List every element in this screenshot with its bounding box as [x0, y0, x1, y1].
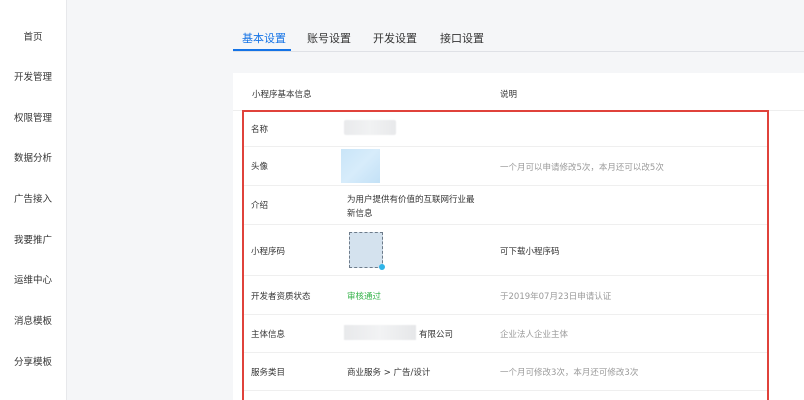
tabs-divider: [233, 51, 804, 52]
tab-account-settings[interactable]: 账号设置: [307, 31, 351, 46]
sidebar-item-share-templates[interactable]: 分享模板: [0, 356, 66, 370]
tab-dev-settings[interactable]: 开发设置: [373, 31, 417, 46]
header-basic-info: 小程序基本信息: [252, 90, 312, 100]
settings-tabs: 基本设置 账号设置 开发设置 接口设置: [233, 0, 804, 52]
header-description: 说明: [500, 90, 518, 100]
sidebar-item-analytics[interactable]: 数据分析: [0, 152, 66, 166]
sidebar: 首页 开发管理 权限管理 数据分析 广告接入 我要推广 运维中心 消息模板 分享…: [0, 0, 67, 400]
sidebar-item-ads[interactable]: 广告接入: [0, 193, 66, 207]
sidebar-item-dev-management[interactable]: 开发管理: [0, 71, 66, 85]
sidebar-item-promotion[interactable]: 我要推广: [0, 234, 66, 248]
sidebar-item-message-templates[interactable]: 消息模板: [0, 315, 66, 329]
table-header: 小程序基本信息 说明: [233, 73, 804, 111]
active-tab-indicator: [233, 49, 291, 51]
sidebar-item-permissions[interactable]: 权限管理: [0, 112, 66, 126]
tab-api-settings[interactable]: 接口设置: [440, 31, 484, 46]
sidebar-item-home[interactable]: 首页: [0, 31, 66, 45]
tab-basic-settings[interactable]: 基本设置: [242, 31, 286, 46]
highlight-annotation-box: [242, 110, 769, 400]
sidebar-item-operations[interactable]: 运维中心: [0, 274, 66, 288]
